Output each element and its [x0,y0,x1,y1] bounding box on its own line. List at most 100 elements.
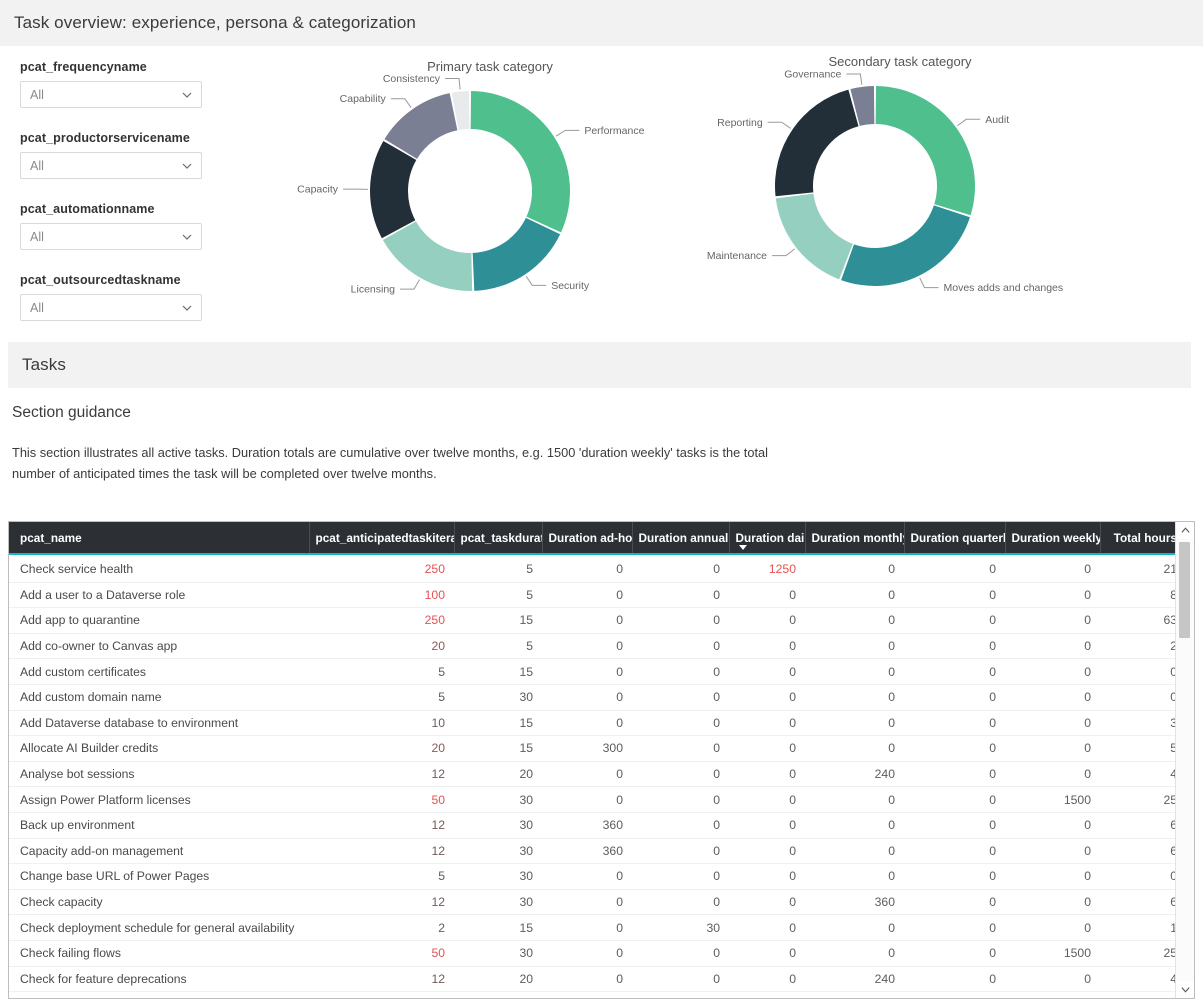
column-header[interactable]: Total hours [1100,522,1175,554]
overview-area: pcat_frequencyname All pcat_productorser… [0,46,1203,342]
cell-weekly: 0 [1005,684,1100,710]
filter-dropdown-outsourcedtaskname[interactable]: All [20,294,202,321]
cell-annually: 0 [632,710,729,736]
donut-slice[interactable] [776,194,853,280]
column-header[interactable]: Duration weekly [1005,522,1100,554]
table-row[interactable]: Check for new connectors50100000008 [9,992,1175,998]
table-row[interactable]: Add Dataverse database to environment101… [9,710,1175,736]
filter-dropdown-frequencyname[interactable]: All [20,81,202,108]
cell-adhoc: 360 [542,838,632,864]
leader-line [526,276,546,285]
cell-adhoc: 0 [542,915,632,941]
table-row[interactable]: Add a user to a Dataverse role1005000000… [9,582,1175,608]
cell-iterations: 5 [309,659,454,685]
table-row[interactable]: Add co-owner to Canvas app2050000002 [9,633,1175,659]
donut-slice[interactable] [370,141,416,238]
column-header[interactable]: pcat_anticipatedtaskiteratio... [309,522,454,554]
cell-task-name: Check for new connectors [9,992,309,998]
cell-taskduration: 20 [454,966,542,992]
cell-quarterly: 0 [904,940,1005,966]
table-row[interactable]: Check service health250500125000021 [9,554,1175,582]
scroll-down-button[interactable] [1176,981,1194,998]
table-row[interactable]: Change base URL of Power Pages5300000000 [9,864,1175,890]
column-header[interactable]: pcat_taskduration [454,522,542,554]
cell-total: 25 [1100,787,1175,813]
scroll-up-button[interactable] [1176,522,1194,539]
table-row[interactable]: Check capacity1230000360006 [9,889,1175,915]
cell-taskduration: 30 [454,940,542,966]
cell-task-name: Analyse bot sessions [9,761,309,787]
cell-iterations: 12 [309,761,454,787]
donut-slice[interactable] [471,91,570,232]
filter-value: All [30,88,44,102]
cell-iterations: 50 [309,787,454,813]
cell-taskduration: 30 [454,812,542,838]
filter-label: pcat_productorservicename [20,131,220,145]
cell-adhoc: 0 [542,608,632,634]
cell-iterations: 2 [309,915,454,941]
donut-slice[interactable] [775,90,858,197]
cell-total: 63 [1100,608,1175,634]
cell-monthly: 0 [805,812,904,838]
cell-adhoc: 0 [542,761,632,787]
table-row[interactable]: Check deployment schedule for general av… [9,915,1175,941]
table-row[interactable]: Add custom certificates5150000000 [9,659,1175,685]
table-row[interactable]: Check for feature deprecations1220000240… [9,966,1175,992]
column-header[interactable]: Duration quarterly [904,522,1005,554]
cell-monthly: 0 [805,554,904,582]
table-row[interactable]: Analyse bot sessions1220000240004 [9,761,1175,787]
cell-monthly: 360 [805,889,904,915]
cell-daily: 0 [729,608,805,634]
table-row[interactable]: Assign Power Platform licenses5030000001… [9,787,1175,813]
table-row[interactable]: Check failing flows503000000150025 [9,940,1175,966]
cell-task-name: Change base URL of Power Pages [9,864,309,890]
primary-task-category-chart: Primary task category PerformanceSecurit… [280,46,700,329]
primary-donut[interactable]: PerformanceSecurityLicensingCapacityCapa… [280,74,700,329]
donut-slice[interactable] [473,218,560,291]
cell-quarterly: 0 [904,761,1005,787]
column-header[interactable]: pcat_name [9,522,309,554]
donut-slice[interactable] [876,86,975,215]
secondary-donut[interactable]: AuditMoves adds and changesMaintenanceRe… [685,69,1115,324]
cell-weekly: 0 [1005,992,1100,998]
cell-weekly: 0 [1005,838,1100,864]
donut-slice[interactable] [841,205,970,286]
column-header[interactable]: Duration ad-hoc [542,522,632,554]
chart-title: Secondary task category [685,46,1115,69]
cell-total: 0 [1100,659,1175,685]
cell-task-name: Add co-owner to Canvas app [9,633,309,659]
table-row[interactable]: Capacity add-on management1230360000006 [9,838,1175,864]
cell-quarterly: 0 [904,582,1005,608]
donut-slice[interactable] [383,221,472,291]
cell-daily: 0 [729,633,805,659]
table-row[interactable]: Back up environment1230360000006 [9,812,1175,838]
section-guidance: Section guidance This section illustrate… [0,388,1203,484]
cell-monthly: 0 [805,787,904,813]
cell-quarterly: 0 [904,812,1005,838]
leader-line [920,278,939,288]
column-header[interactable]: Duration annually [632,522,729,554]
guidance-body: This section illustrates all active task… [12,443,772,484]
filter-dropdown-productorservicename[interactable]: All [20,152,202,179]
cell-weekly: 0 [1005,659,1100,685]
tasks-grid: pcat_namepcat_anticipatedtaskiteratio...… [9,522,1175,998]
leader-line [768,122,791,128]
table-row[interactable]: Allocate AI Builder credits2015300000005 [9,736,1175,762]
cell-iterations: 5 [309,864,454,890]
table-header-row: pcat_namepcat_anticipatedtaskiteratio...… [9,522,1175,554]
cell-daily: 0 [729,582,805,608]
cell-taskduration: 30 [454,838,542,864]
column-header[interactable]: Duration monthly [805,522,904,554]
table-row[interactable]: Add app to quarantine2501500000063 [9,608,1175,634]
cell-adhoc: 0 [542,940,632,966]
cell-annually: 0 [632,889,729,915]
scrollbar-thumb[interactable] [1179,542,1190,638]
filter-dropdown-automationname[interactable]: All [20,223,202,250]
cell-total: 6 [1100,838,1175,864]
cell-daily: 0 [729,710,805,736]
column-header[interactable]: Duration daily [729,522,805,554]
table-row[interactable]: Add custom domain name5300000000 [9,684,1175,710]
table-vertical-scrollbar[interactable] [1175,522,1194,998]
cell-total: 21 [1100,554,1175,582]
cell-taskduration: 15 [454,659,542,685]
